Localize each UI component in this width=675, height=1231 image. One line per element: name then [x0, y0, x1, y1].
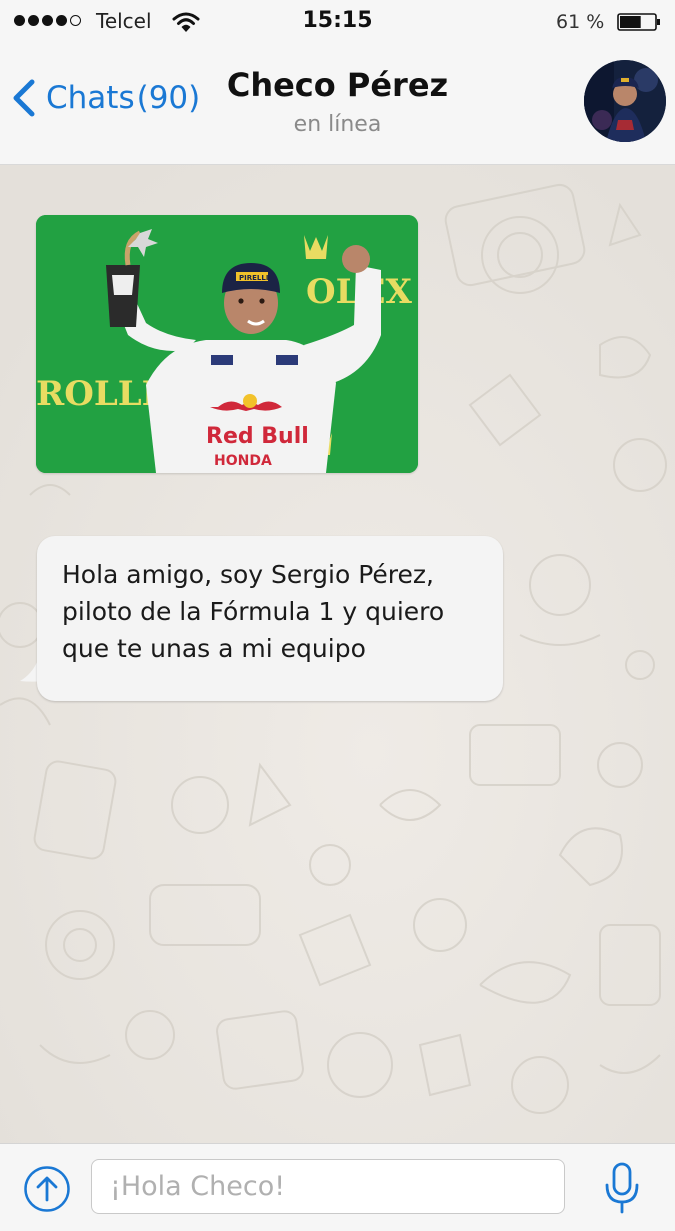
message-input[interactable] — [91, 1159, 565, 1214]
upload-arrow-icon[interactable] — [23, 1165, 71, 1213]
podium-photo: OLEX ROLLE PIRELLI — [36, 215, 418, 473]
contact-name[interactable]: Checo Pérez — [0, 66, 675, 104]
shirt-sub-text: HONDA — [214, 453, 272, 469]
microphone-icon[interactable] — [602, 1161, 642, 1215]
chat-conversation[interactable]: OLEX ROLLE PIRELLI — [0, 165, 675, 1143]
battery-icon — [617, 13, 660, 31]
message-input-bar — [0, 1143, 675, 1231]
avatar-photo — [584, 60, 666, 142]
contact-avatar[interactable] — [584, 60, 666, 142]
image-message[interactable]: OLEX ROLLE PIRELLI — [36, 215, 418, 473]
shirt-brand-text: Red Bull — [206, 424, 309, 449]
chat-header: Chats (90) Checo Pérez en línea — [0, 44, 675, 165]
battery-percent: 61 % — [556, 11, 605, 33]
message-text: Hola amigo, soy Sergio Pérez, piloto de … — [62, 560, 445, 663]
text-message-bubble[interactable]: Hola amigo, soy Sergio Pérez, piloto de … — [37, 536, 503, 701]
status-bar: Telcel 15:15 61 % — [0, 0, 675, 44]
contact-status: en línea — [293, 112, 382, 137]
cap-logo-text: PIRELLI — [239, 274, 268, 282]
